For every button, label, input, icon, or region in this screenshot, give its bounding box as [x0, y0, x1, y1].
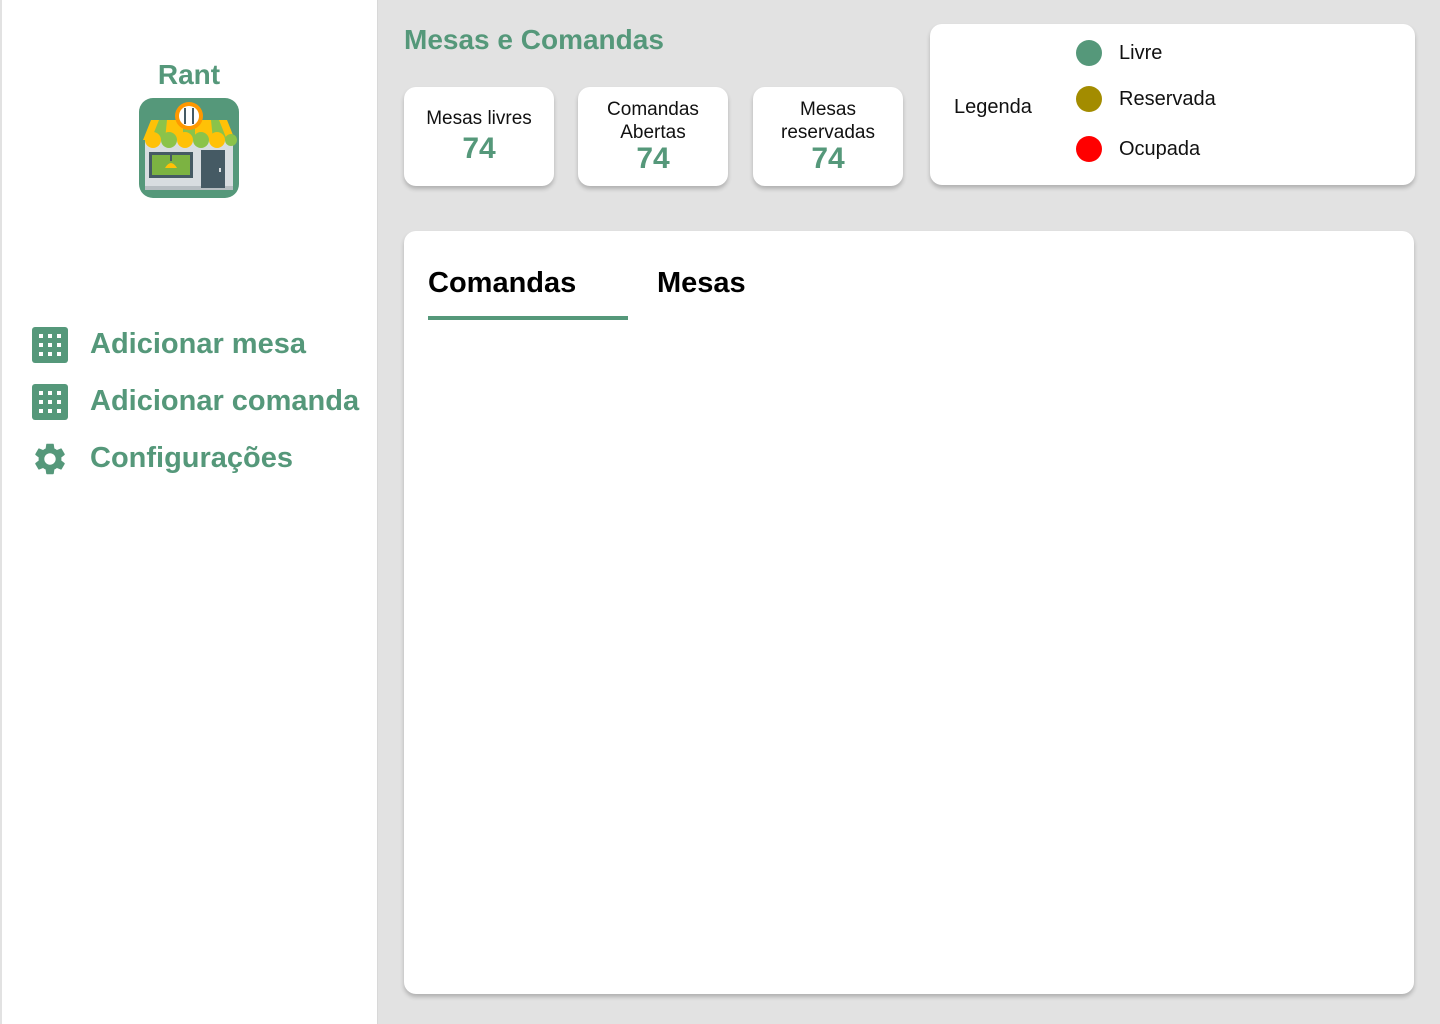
sidebar-item-label: Adicionar comanda: [90, 385, 360, 417]
sidebar-item-label: Configurações: [90, 442, 294, 474]
legend-label: Livre: [1119, 41, 1163, 64]
stat-label: Comandas Abertas: [607, 98, 699, 143]
grid-icon: [30, 325, 70, 365]
stat-card-comandas-abertas: Comandas Abertas 74: [578, 87, 728, 186]
legend-item-ocupada: Ocupada: [1076, 136, 1200, 162]
sidebar-item-adicionar-comanda[interactable]: Adicionar comanda: [30, 373, 359, 430]
status-dot-icon: [1076, 40, 1102, 66]
brand-name: Rant: [157, 59, 221, 90]
page-title: Mesas e Comandas: [404, 24, 664, 55]
sidebar: Rant Adicionar mesa Adicionar comanda Co…: [0, 0, 378, 1024]
grid-icon: [30, 382, 70, 422]
stat-label: Mesas reservadas: [781, 98, 875, 143]
tab-mesas[interactable]: Mesas: [657, 267, 746, 321]
content-panel: Comandas Mesas: [404, 231, 1414, 994]
legend-label: Ocupada: [1119, 137, 1201, 160]
legend-item-reservada: Reservada: [1076, 86, 1216, 112]
stat-value: 74: [811, 141, 845, 175]
active-tab-indicator: [428, 316, 628, 320]
sidebar-nav: Adicionar mesa Adicionar comanda Configu…: [30, 316, 359, 487]
stat-value: 74: [636, 141, 670, 175]
legend-label: Reservada: [1119, 87, 1216, 110]
gear-icon: [30, 439, 70, 479]
sidebar-item-label: Adicionar mesa: [90, 328, 306, 360]
legend-title: Legenda: [954, 96, 1032, 118]
restaurant-storefront-icon[interactable]: [139, 98, 239, 198]
stat-card-mesas-reservadas: Mesas reservadas 74: [753, 87, 903, 186]
tab-comandas[interactable]: Comandas: [428, 267, 576, 321]
stat-label: Mesas livres: [426, 108, 532, 129]
sidebar-item-configuracoes[interactable]: Configurações: [30, 430, 359, 487]
brand: Rant: [2, 58, 376, 92]
legend-item-livre: Livre: [1076, 40, 1162, 66]
sidebar-item-adicionar-mesa[interactable]: Adicionar mesa: [30, 316, 359, 373]
stat-card-mesas-livres: Mesas livres 74: [404, 87, 554, 186]
legend-card: Legenda Livre Reservada Ocupada: [930, 24, 1415, 185]
stat-value: 74: [462, 132, 496, 165]
status-dot-icon: [1076, 86, 1102, 112]
status-dot-icon: [1076, 136, 1102, 162]
